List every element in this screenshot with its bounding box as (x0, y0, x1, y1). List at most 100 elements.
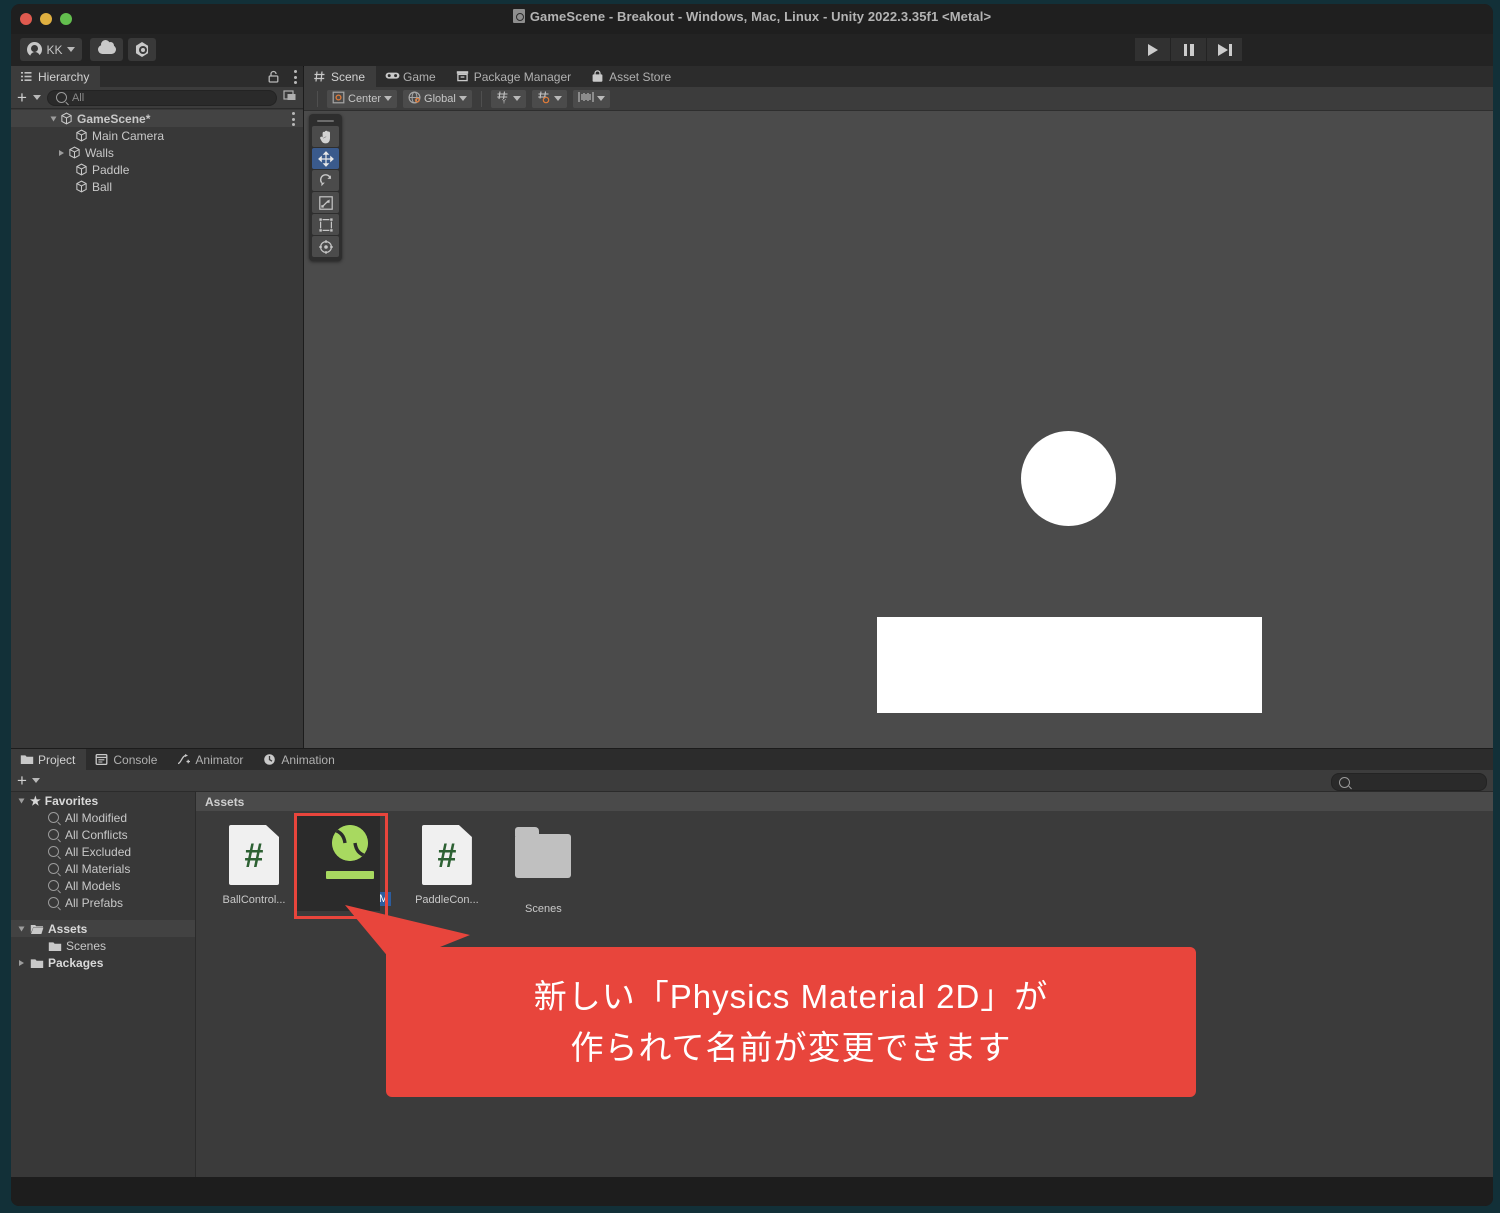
account-button[interactable]: KK (20, 38, 82, 61)
add-gameobject-button[interactable]: + (17, 89, 27, 106)
hierarchy-item-main-camera[interactable]: Main Camera (11, 127, 303, 144)
chevron-expanded-icon[interactable] (50, 116, 57, 121)
palette-drag-handle[interactable] (317, 120, 334, 122)
play-button[interactable] (1135, 38, 1171, 61)
callout-line-2: 作られて名前が変更できます (570, 1029, 1012, 1066)
animation-icon (263, 753, 276, 766)
tree-item-all-excluded[interactable]: All Excluded (11, 843, 195, 860)
tree-item-all-materials[interactable]: All Materials (11, 860, 195, 877)
physics-surface-bar (326, 871, 375, 879)
tab-package-manager[interactable]: Package Manager (447, 66, 582, 87)
tab-animator[interactable]: Animator (168, 749, 254, 770)
asset-item-scenes-folder[interactable]: Scenes (499, 823, 587, 915)
tree-item-assets[interactable]: Assets (11, 920, 195, 937)
project-toolbar: + (11, 770, 1493, 792)
pivot-mode-label: Center (348, 92, 382, 105)
hierarchy-search-input[interactable]: All (46, 89, 277, 106)
pivot-mode-button[interactable]: Center (327, 89, 398, 108)
chevron-expanded-icon[interactable] (18, 798, 25, 803)
chevron-collapsed-icon[interactable] (59, 149, 64, 156)
scene-viewport[interactable] (304, 111, 1493, 748)
account-avatar-icon (27, 42, 43, 59)
create-dropdown-chevron-icon[interactable] (31, 778, 40, 783)
move-tool[interactable] (312, 148, 339, 169)
tab-hierarchy[interactable]: Hierarchy (11, 66, 101, 87)
tab-game-label: Game (403, 69, 436, 84)
gameobject-icon (75, 129, 88, 142)
add-dropdown-chevron-icon[interactable] (32, 95, 41, 100)
window-title: GameScene - Breakout - Windows, Mac, Lin… (11, 9, 1493, 24)
tree-item-label: Favorites (44, 793, 99, 808)
csharp-script-icon: # (421, 825, 472, 885)
project-search-input[interactable] (1331, 773, 1487, 791)
rect-tool[interactable] (312, 214, 339, 235)
tab-package-manager-label: Package Manager (473, 69, 572, 84)
paddle-object[interactable] (877, 617, 1262, 713)
tree-item-all-modified[interactable]: All Modified (11, 809, 195, 826)
hierarchy-item-ball[interactable]: Ball (11, 178, 303, 195)
hierarchy-item-label: Paddle (92, 162, 130, 177)
tab-game[interactable]: Game (376, 66, 447, 87)
hierarchy-item-walls[interactable]: Walls (11, 144, 303, 161)
step-button[interactable] (1207, 38, 1242, 61)
transform-tool[interactable] (312, 236, 339, 257)
star-icon: ★ (30, 793, 41, 808)
chevron-collapsed-icon[interactable] (19, 959, 24, 966)
tab-asset-store[interactable]: Asset Store (582, 66, 682, 87)
tree-item-packages[interactable]: Packages (11, 954, 195, 971)
hierarchy-row-menu-icon[interactable] (291, 112, 295, 126)
scale-tool[interactable] (312, 192, 339, 213)
rotate-tool[interactable] (312, 170, 339, 191)
chevron-expanded-icon[interactable] (18, 926, 25, 931)
tree-item-all-conflicts[interactable]: All Conflicts (11, 826, 195, 843)
tab-animator-label: Animator (195, 752, 244, 767)
gameobject-icon (75, 180, 88, 193)
search-icon (48, 863, 59, 874)
lock-icon[interactable] (268, 70, 279, 88)
hierarchy-view-options-icon[interactable] (283, 88, 297, 107)
globe-icon (408, 90, 421, 107)
tab-project[interactable]: Project (11, 749, 87, 770)
hierarchy-item-paddle[interactable]: Paddle (11, 161, 303, 178)
asset-item-paddlecontroller[interactable]: # PaddleCon... (403, 823, 491, 906)
folder-icon (515, 827, 572, 878)
hierarchy-item-gamescene[interactable]: GameScene* (11, 110, 303, 127)
asset-thumbnail: # (415, 825, 479, 889)
asset-item-new-physics-material[interactable]: New Physics M (294, 813, 394, 919)
callout-box: 新しい「Physics Material 2D」が 作られて名前が変更できます (386, 947, 1196, 1097)
tree-item-label: All Modified (65, 810, 128, 825)
search-icon (1339, 776, 1350, 788)
csharp-hash-glyph: # (437, 837, 457, 875)
services-button[interactable] (128, 38, 156, 61)
cloud-button[interactable] (90, 38, 123, 61)
chevron-down-icon (458, 96, 467, 101)
tree-item-scenes[interactable]: Scenes (11, 937, 195, 954)
search-icon (48, 812, 59, 823)
chevron-down-icon (512, 96, 521, 101)
svg-text:Y: Y (502, 100, 506, 105)
ball-object[interactable] (1021, 431, 1116, 526)
tree-item-label: All Models (65, 878, 121, 893)
asset-item-ballcontroller[interactable]: # BallControl... (210, 823, 298, 906)
hand-tool[interactable] (312, 126, 339, 147)
tree-item-label: Scenes (66, 938, 107, 953)
pivot-center-icon (332, 91, 345, 107)
tab-console-label: Console (113, 752, 158, 767)
scene-ruler-button[interactable] (572, 89, 610, 108)
create-asset-button[interactable]: + (17, 772, 27, 789)
tree-item-all-prefabs[interactable]: All Prefabs (11, 894, 195, 911)
kebab-menu-icon[interactable] (293, 70, 297, 84)
hierarchy-search-placeholder: All (71, 91, 85, 104)
tree-item-favorites[interactable]: ★ Favorites (11, 792, 195, 809)
tab-project-label: Project (38, 752, 76, 767)
tab-scene[interactable]: Scene (304, 66, 377, 87)
tab-animation[interactable]: Animation (254, 749, 345, 770)
snap-increment-button[interactable] (531, 89, 567, 108)
tab-console[interactable]: Console (86, 749, 168, 770)
console-icon (95, 753, 108, 766)
grid-snap-button[interactable]: Y (490, 89, 526, 108)
tree-item-all-models[interactable]: All Models (11, 877, 195, 894)
pause-button[interactable] (1171, 38, 1207, 61)
handle-space-button[interactable]: Global (403, 89, 472, 108)
csharp-script-icon: # (229, 825, 279, 885)
